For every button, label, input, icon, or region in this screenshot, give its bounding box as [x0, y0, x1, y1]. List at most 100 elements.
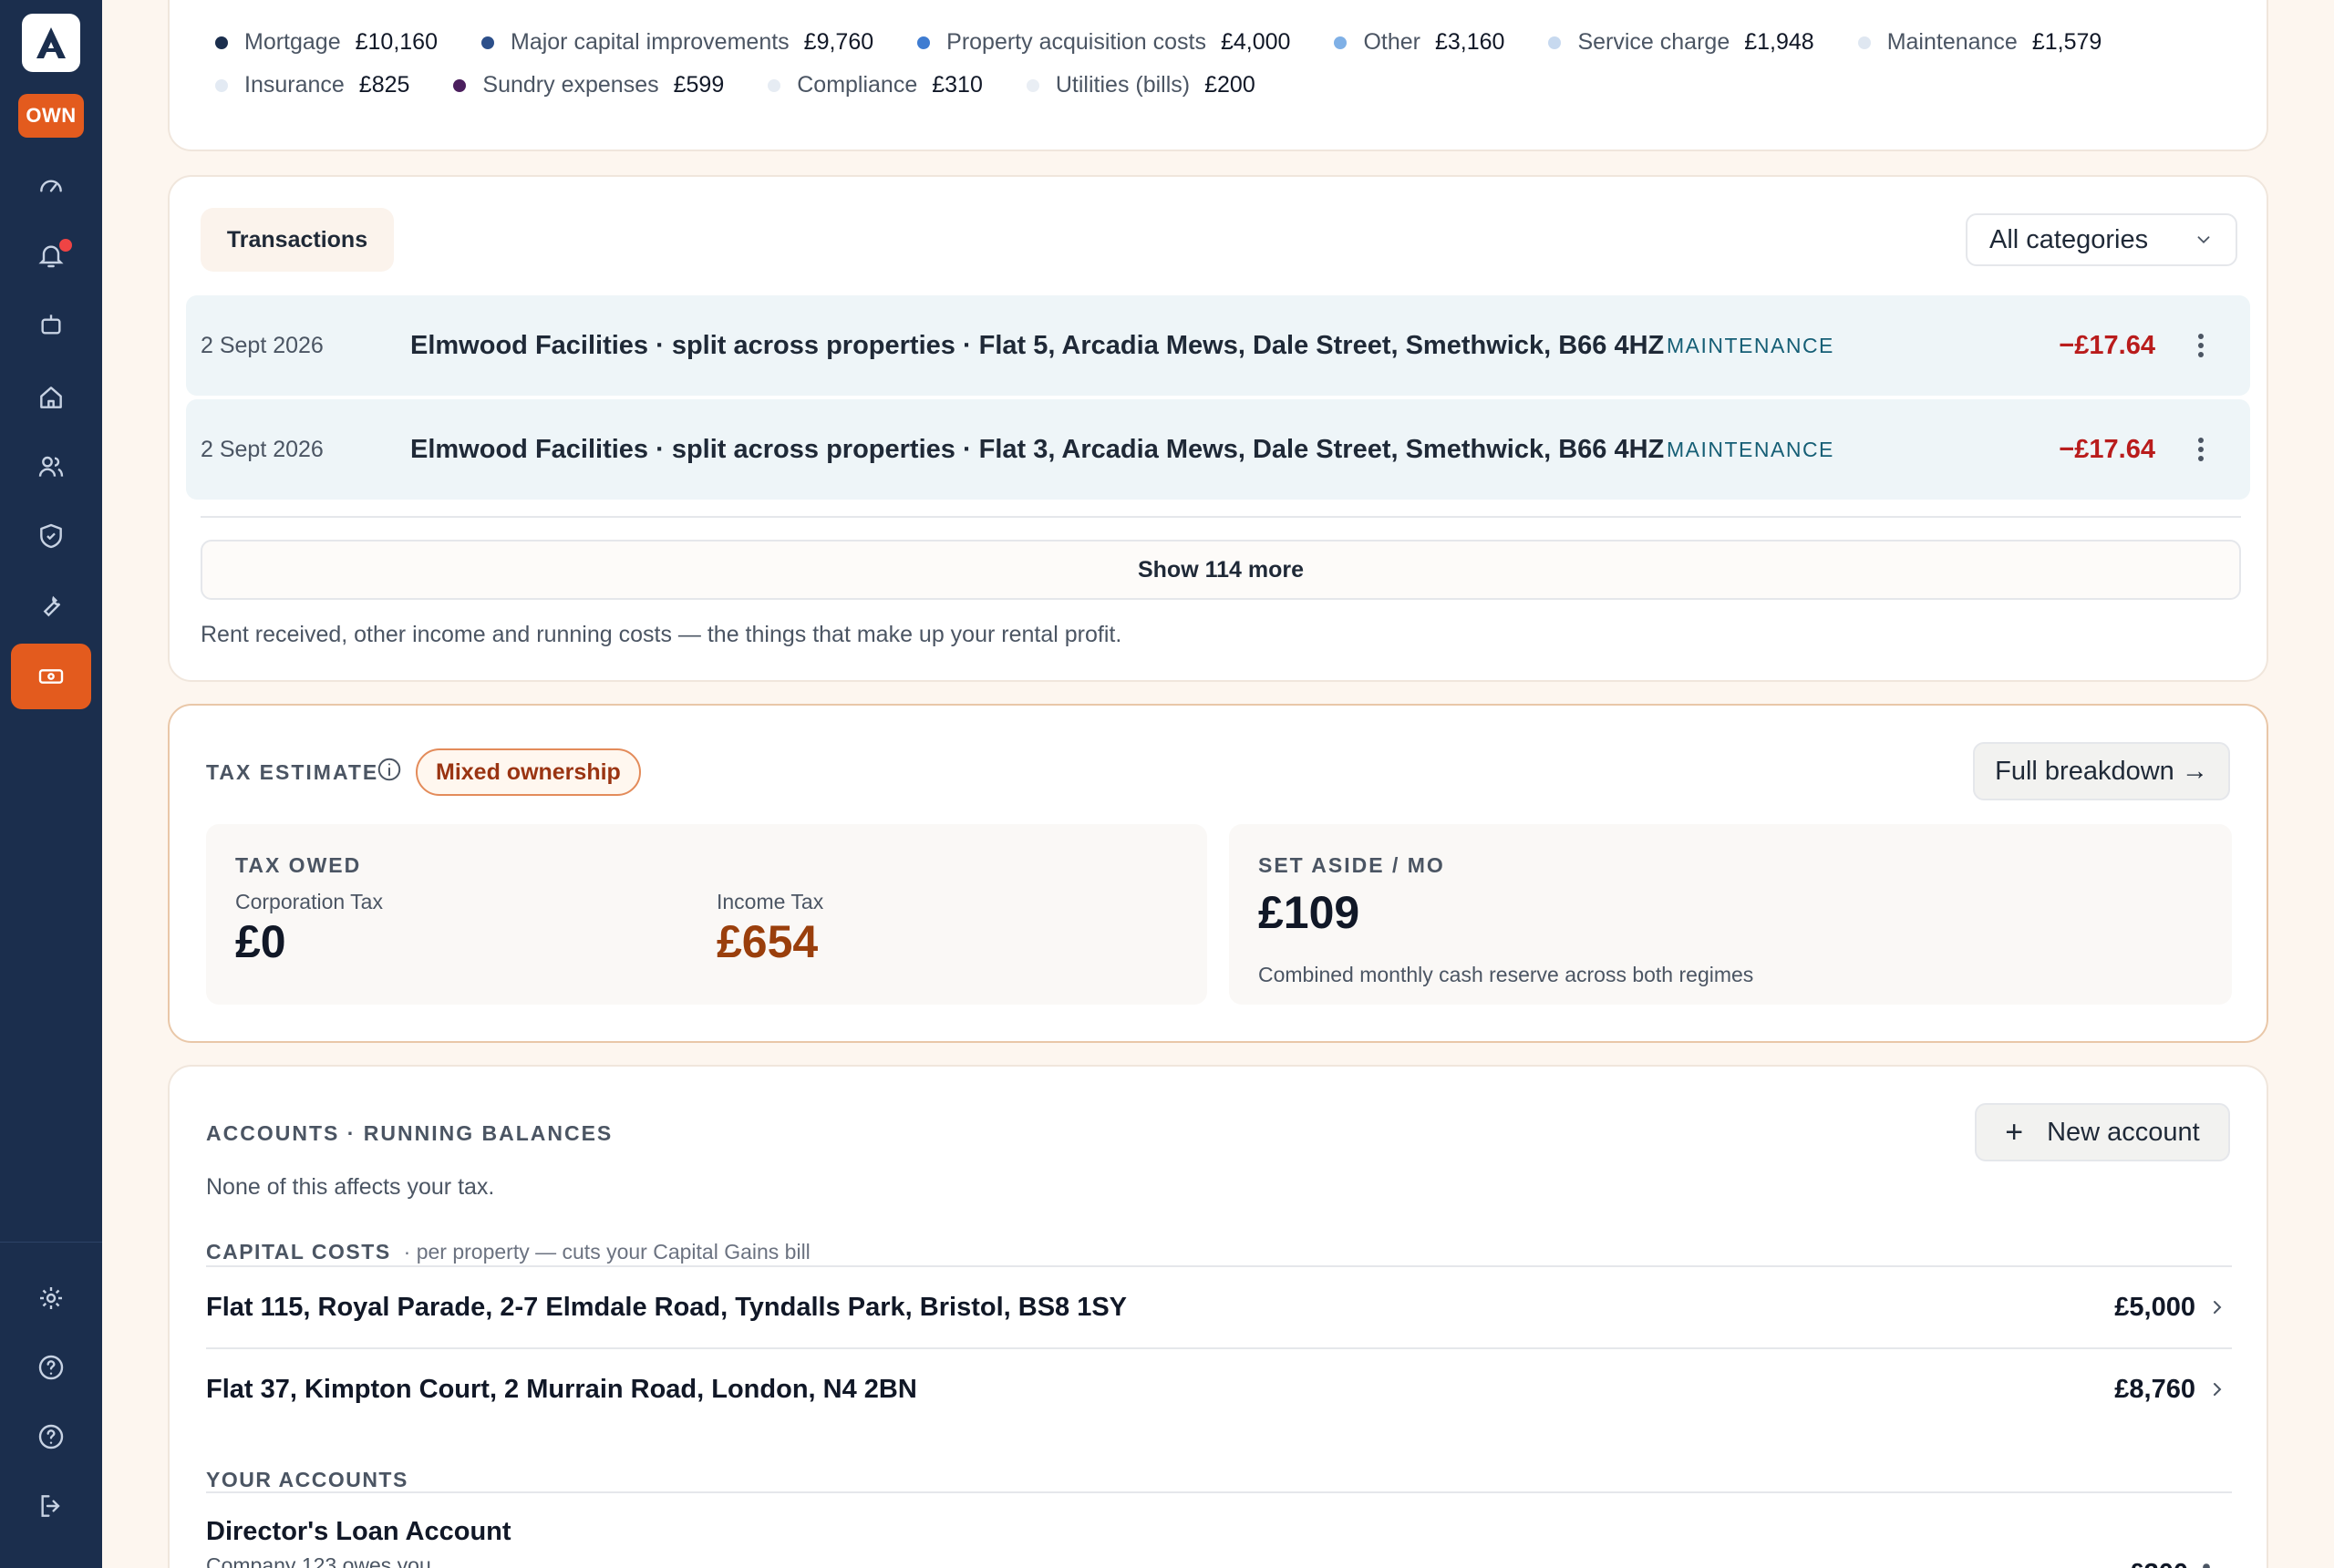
capital-cost-row[interactable]: Flat 115, Royal Parade, 2-7 Elmdale Road… [206, 1267, 2232, 1347]
app-logo[interactable] [22, 14, 80, 72]
nav-compliance[interactable] [24, 509, 78, 563]
legend-value: £310 [932, 72, 983, 98]
transaction-amount: −£17.64 [2059, 330, 2155, 360]
finance-icon [38, 669, 64, 684]
legend-item: Property acquisition costs £4,000 [917, 29, 1290, 56]
transaction-amount: −£17.64 [2059, 434, 2155, 464]
account-subtitle: Company 123 owes you [206, 1553, 431, 1568]
legend-item: Mortgage £10,160 [215, 29, 438, 56]
capital-cost-property: Flat 115, Royal Parade, 2-7 Elmdale Road… [206, 1292, 1128, 1322]
legend-dot [453, 78, 467, 92]
transaction-date: 2 Sept 2026 [201, 436, 324, 462]
new-account-label: New account [2047, 1117, 2200, 1147]
nav-dashboard[interactable] [24, 159, 78, 213]
income-tax-value: £654 [717, 916, 819, 967]
kebab-menu-icon[interactable] [2186, 431, 2215, 468]
legend-label: Property acquisition costs [946, 29, 1206, 55]
capital-costs-title: CAPITAL COSTS · per property — cuts your … [206, 1240, 811, 1264]
account-balance: £300 [2129, 1559, 2188, 1568]
nav-support[interactable] [24, 1409, 78, 1464]
legend-label: Maintenance [1886, 29, 2018, 55]
tax-estimate-card: TAX ESTIMATE Mixed ownership Full breakd… [168, 704, 2268, 1043]
nav-logout[interactable] [24, 1479, 78, 1533]
tab-transactions[interactable]: Transactions [201, 208, 394, 272]
nav-finance[interactable] [11, 644, 91, 709]
nav-settings[interactable] [24, 1271, 78, 1326]
nav-notifications[interactable] [24, 228, 78, 283]
nav-assistant[interactable] [24, 297, 78, 352]
legend-dot [1548, 36, 1562, 49]
legend-item: Compliance £310 [768, 72, 983, 98]
legend-value: £1,948 [1744, 29, 1814, 55]
legend-dot [215, 78, 228, 92]
set-aside-panel: SET ASIDE / MO £109 Combined monthly cas… [1229, 824, 2232, 1005]
transaction-category: MAINTENANCE [1667, 333, 1834, 357]
legend-label: Sundry expenses [482, 72, 659, 98]
account-row[interactable]: Director's Loan Account Company 123 owes… [170, 1517, 2270, 1568]
corporation-tax-label: Corporation Tax [235, 890, 383, 913]
legend-value: £200 [1204, 72, 1255, 98]
legend-item: Sundry expenses £599 [453, 72, 724, 98]
account-name: Director's Loan Account [206, 1517, 511, 1546]
legend-item: Service charge £1,948 [1548, 29, 1814, 56]
users-icon [38, 456, 64, 477]
tax-owed-title: TAX OWED [235, 853, 362, 877]
sidebar-divider [0, 1242, 102, 1243]
full-breakdown-button[interactable]: Full breakdown → [1973, 742, 2230, 800]
capital-costs-heading: CAPITAL COSTS [206, 1240, 391, 1264]
legend-row: Mortgage £10,160 Major capital improvement… [215, 29, 2145, 56]
wrench-icon [43, 595, 61, 617]
transaction-row[interactable]: 2 Sept 2026 Elmwood Facilities · split a… [186, 295, 2250, 396]
chevron-right-icon [2214, 1301, 2222, 1314]
kebab-menu-icon[interactable] [2197, 1563, 2215, 1568]
new-account-button[interactable]: + New account [1975, 1103, 2230, 1161]
transaction-description: Elmwood Facilities · split across proper… [410, 434, 1665, 464]
divider [206, 1491, 2232, 1493]
capital-cost-row[interactable]: Flat 37, Kimpton Court, 2 Murrain Road, … [206, 1349, 2232, 1429]
transaction-description: Elmwood Facilities · split across proper… [410, 330, 1665, 360]
nav-tenants[interactable] [24, 439, 78, 494]
legend-label: Compliance [797, 72, 918, 98]
legend-label: Service charge [1577, 29, 1730, 55]
kebab-menu-icon[interactable] [2186, 327, 2215, 364]
own-badge[interactable]: OWN [18, 94, 84, 138]
legend-value: £4,000 [1221, 29, 1291, 55]
legend-dot [215, 36, 228, 49]
show-more-button[interactable]: Show 114 more [201, 540, 2241, 600]
category-filter-value: All categories [1989, 224, 2149, 254]
gear-icon [40, 1287, 62, 1309]
shield-icon [40, 523, 62, 549]
accounts-title: ACCOUNTS · RUNNING BALANCES [206, 1121, 614, 1145]
legend-dot [768, 78, 781, 92]
legend-dot [1026, 78, 1039, 92]
notification-dot [57, 237, 74, 253]
legend-label: Insurance [244, 72, 345, 98]
divider [201, 516, 2241, 518]
accounts-card: ACCOUNTS · RUNNING BALANCES + New accoun… [168, 1065, 2268, 1568]
transaction-row[interactable]: 2 Sept 2026 Elmwood Facilities · split a… [186, 399, 2250, 500]
legend-item: Utilities (bills) £200 [1026, 72, 1255, 98]
category-filter-select[interactable]: All categories [1966, 213, 2237, 266]
nav-properties[interactable] [24, 370, 78, 425]
expense-breakdown-card: Mortgage £10,160 Major capital improvement… [168, 0, 2268, 151]
legend-label: Mortgage [244, 29, 341, 55]
set-aside-value: £109 [1258, 887, 1360, 938]
transaction-category: MAINTENANCE [1667, 437, 1834, 461]
accounts-note: None of this affects your tax. [206, 1174, 495, 1200]
home-icon [40, 387, 62, 408]
info-icon[interactable] [376, 756, 403, 783]
set-aside-title: SET ASIDE / MO [1258, 853, 1445, 877]
legend-item: Maintenance £1,579 [1857, 29, 2102, 56]
logo-icon [36, 27, 66, 58]
nav-maintenance[interactable] [24, 578, 78, 633]
nav-help[interactable] [24, 1340, 78, 1395]
legend-label: Other [1363, 29, 1420, 55]
legend-row: Insurance £825 Sundry expenses £599 Complian… [215, 72, 1299, 98]
your-accounts-title: YOUR ACCOUNTS [206, 1468, 408, 1491]
help-icon [38, 1355, 64, 1380]
legend-value: £3,160 [1435, 29, 1505, 55]
tax-owed-panel: TAX OWED Corporation Tax £0 Income Tax £… [206, 824, 1207, 1005]
transaction-date: 2 Sept 2026 [201, 332, 324, 358]
sidebar: OWN [0, 0, 102, 1568]
legend-label: Major capital improvements [511, 29, 790, 55]
